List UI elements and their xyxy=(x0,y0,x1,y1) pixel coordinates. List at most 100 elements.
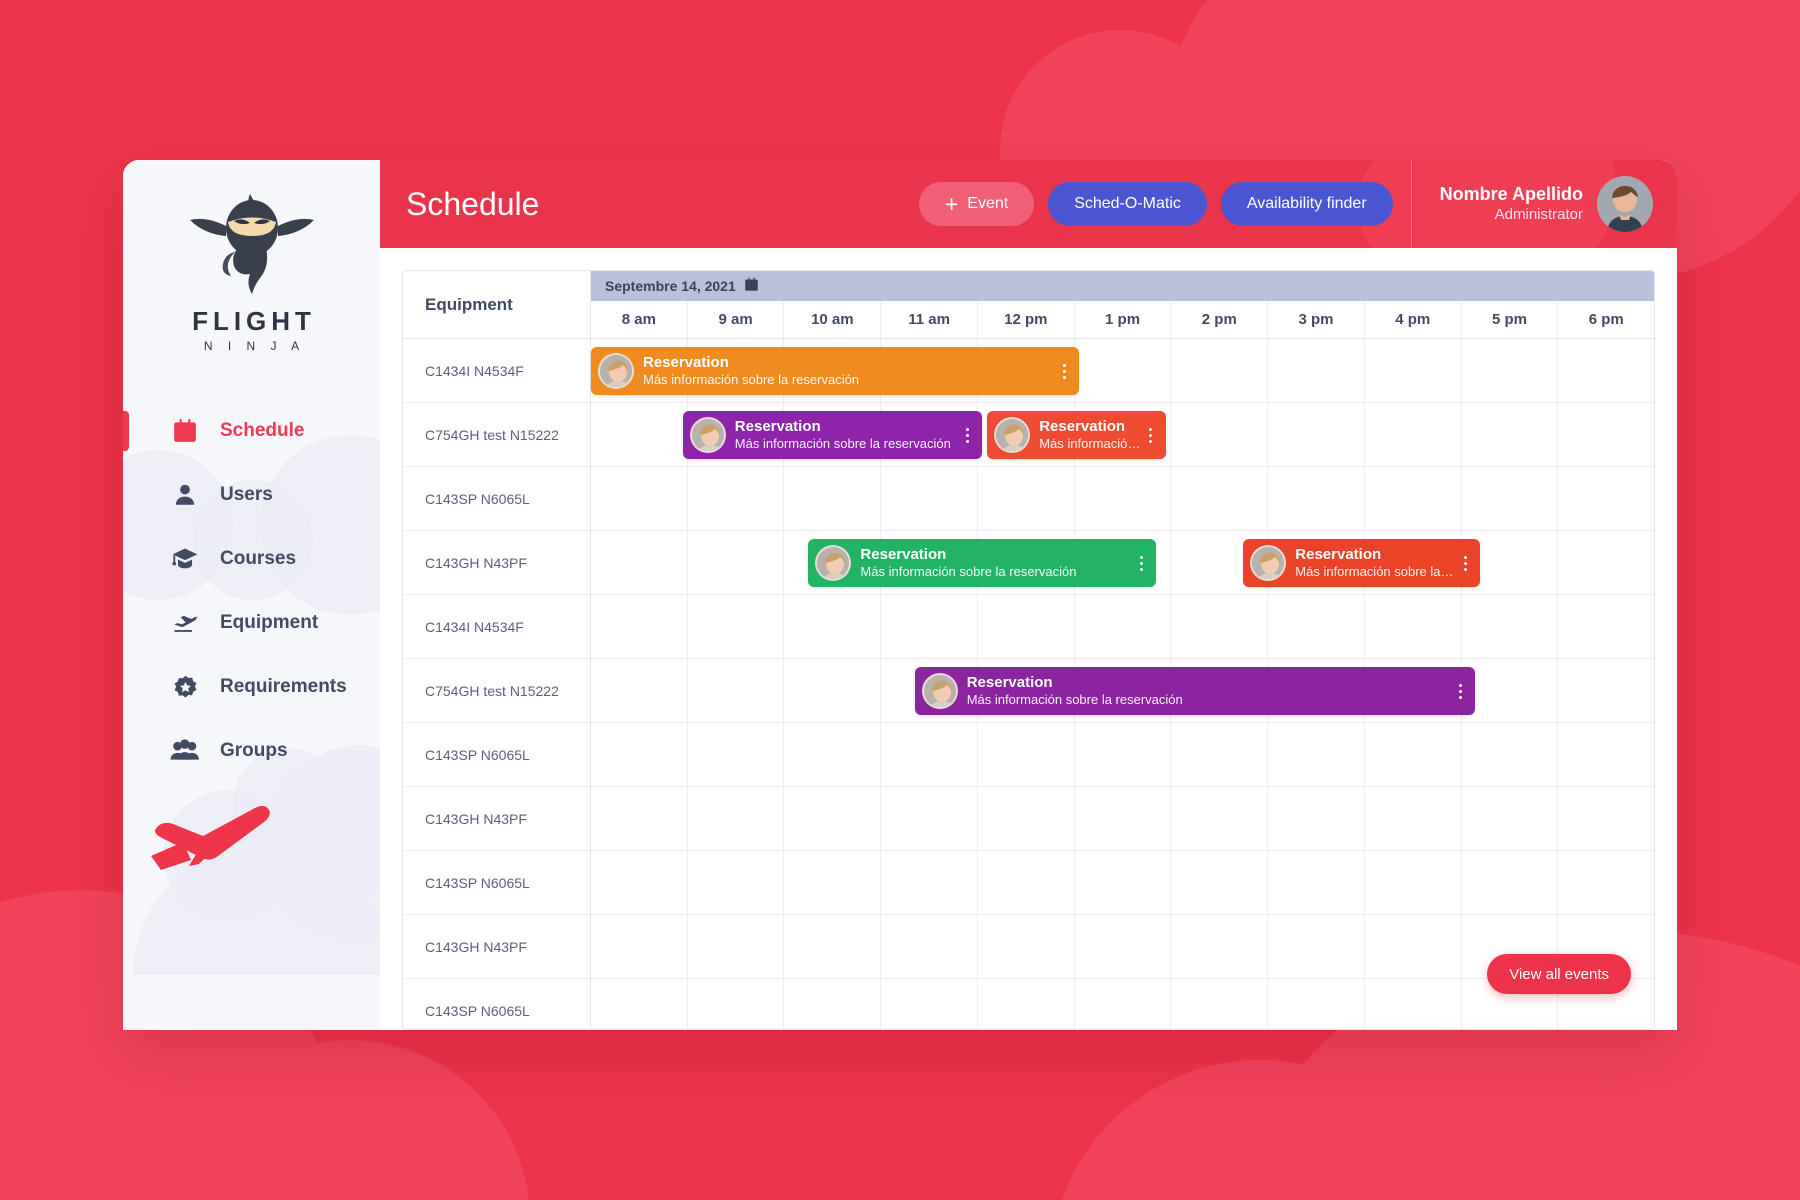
user-icon xyxy=(168,478,202,512)
airplane-icon xyxy=(168,606,202,640)
hour-column-header: 11 am xyxy=(881,301,978,338)
equipment-cell[interactable]: C143GH N43PF xyxy=(403,915,590,979)
sidebar-item-label: Schedule xyxy=(220,420,305,441)
event-subtitle: Más información sobre la reservación xyxy=(860,563,1077,579)
avatar xyxy=(1597,176,1653,232)
add-event-label: Event xyxy=(967,195,1009,212)
brand-subtitle: N I N J A xyxy=(203,339,306,353)
equipment-cell[interactable]: C1434I N4534F xyxy=(403,595,590,659)
app-window: FLIGHT N I N J A Schedule Users Courses … xyxy=(123,160,1677,1030)
event-more-options-icon[interactable] xyxy=(1055,356,1073,386)
availability-finder-button[interactable]: Availability finder xyxy=(1220,182,1393,226)
event-more-options-icon[interactable] xyxy=(1456,548,1474,578)
schedule-body: C1434I N4534F C754GH test N15222 C143SP N6… xyxy=(403,339,1654,1029)
hours-row: 8 am 9 am 10 am 11 am 12 pm 1 pm 2 pm 3 pm 4 pm 5… xyxy=(591,301,1654,339)
page-title: Schedule xyxy=(406,185,540,222)
date-label: Septembre 14, 2021 xyxy=(605,278,736,294)
event-texts: Reservation Más información sobre la rese… xyxy=(643,354,1055,388)
calendar-icon xyxy=(168,414,202,448)
hour-column-header: 9 am xyxy=(688,301,785,338)
equipment-cell[interactable]: C754GH test N15222 xyxy=(403,403,590,467)
top-header: Schedule + Event Sched-O-Matic Availabil… xyxy=(380,160,1677,248)
event-title: Reservation xyxy=(860,545,947,563)
event-more-options-icon[interactable] xyxy=(1451,676,1469,706)
events-layer: Reservation Más información sobre la rese… xyxy=(591,339,1654,1029)
sidebar-item-label: Users xyxy=(220,484,273,505)
hour-column-header: 8 am xyxy=(591,301,688,338)
calendar-event[interactable]: Reservation Más información sobre la rese… xyxy=(914,667,1476,715)
equipment-column-header: Equipment xyxy=(403,271,591,339)
calendar-event[interactable]: ReservationMás información sobre la res… xyxy=(1243,539,1481,587)
user-role: Administrator xyxy=(1494,205,1583,223)
event-avatar xyxy=(815,545,852,581)
event-avatar xyxy=(1250,545,1287,581)
hour-column-header: 10 am xyxy=(784,301,882,338)
equipment-cell[interactable]: C143SP N6065L xyxy=(403,467,590,531)
sidebar-item-requirements[interactable]: Requirements xyxy=(123,655,380,719)
time-header: Septembre 14, 2021 8 am 9 am 10 am 11 am 12 … xyxy=(591,271,1654,339)
schedule-table: Equipment Septembre 14, 2021 8 am 9 am 1… xyxy=(402,270,1655,1030)
add-event-button[interactable]: + Event xyxy=(918,182,1035,226)
equipment-cell[interactable]: C143GH N43PF xyxy=(403,531,590,595)
calendar-icon[interactable] xyxy=(744,277,759,295)
event-subtitle: Más información sobre la reservación xyxy=(643,371,860,387)
hour-column-header: 5 pm xyxy=(1462,301,1559,338)
date-bar[interactable]: Septembre 14, 2021 xyxy=(591,271,1654,301)
equipment-cell[interactable]: C143SP N6065L xyxy=(403,979,590,1029)
sidebar-item-groups[interactable]: Groups xyxy=(123,719,380,783)
header-actions: + Event Sched-O-Matic Availability finde… xyxy=(918,182,1411,226)
sidebar-item-label: Groups xyxy=(220,740,288,761)
calendar-event[interactable]: Reservation Más información sobre la rese… xyxy=(682,411,983,459)
hour-column-header: 1 pm xyxy=(1075,301,1172,338)
event-avatar xyxy=(598,353,634,389)
event-texts: Reservation Más información... xyxy=(1039,418,1142,452)
sidebar-item-users[interactable]: Users xyxy=(123,463,380,527)
event-title: Reservation xyxy=(966,673,1053,691)
graduation-cap-icon xyxy=(168,542,202,576)
event-subtitle: Más información... xyxy=(1039,435,1142,451)
event-title: Reservation xyxy=(734,417,821,435)
equipment-cell[interactable]: C143GH N43PF xyxy=(403,787,590,851)
event-subtitle: Más información sobre la reservación xyxy=(966,691,1183,707)
event-subtitle: Más información sobre la reservación xyxy=(734,435,951,451)
user-profile[interactable]: Nombre Apellido Administrator xyxy=(1410,160,1677,248)
sidebar-item-label: Equipment xyxy=(220,612,319,633)
event-title: Reservation xyxy=(1039,417,1126,435)
event-more-options-icon[interactable] xyxy=(1142,420,1160,450)
hour-column-header: 4 pm xyxy=(1365,301,1462,338)
calendar-event[interactable]: Reservation Más información sobre la rese… xyxy=(808,539,1157,587)
plus-icon: + xyxy=(944,190,959,217)
equipment-cell[interactable]: C754GH test N15222 xyxy=(403,659,590,723)
sched-o-matic-button[interactable]: Sched-O-Matic xyxy=(1048,182,1207,226)
calendar-event[interactable]: Reservation Más información sobre la rese… xyxy=(591,347,1079,395)
event-subtitle: Más información sobre la res… xyxy=(1295,563,1456,579)
equipment-cell[interactable]: C143SP N6065L xyxy=(403,851,590,915)
people-group-icon xyxy=(168,734,202,768)
view-all-events-button[interactable]: View all events xyxy=(1487,954,1631,994)
event-texts: ReservationMás información sobre la res… xyxy=(1295,546,1456,580)
event-avatar xyxy=(994,417,1031,453)
event-avatar xyxy=(921,673,958,709)
event-more-options-icon[interactable] xyxy=(958,420,976,450)
brand-name: FLIGHT xyxy=(192,306,316,336)
event-avatar xyxy=(689,417,726,453)
sidebar-item-schedule[interactable]: Schedule xyxy=(123,399,380,463)
ninja-logo-icon xyxy=(189,194,314,294)
badge-star-icon xyxy=(168,670,202,704)
event-title: Reservation xyxy=(1295,545,1382,563)
event-more-options-icon[interactable] xyxy=(1132,548,1150,578)
sidebar-item-equipment[interactable]: Equipment xyxy=(123,591,380,655)
hour-column-header: 2 pm xyxy=(1171,301,1269,338)
schedule-panel: Equipment Septembre 14, 2021 8 am 9 am 1… xyxy=(380,248,1677,1030)
equipment-cell[interactable]: C143SP N6065L xyxy=(403,723,590,787)
hour-column-header: 3 pm xyxy=(1268,301,1365,338)
main-content: Schedule + Event Sched-O-Matic Availabil… xyxy=(380,160,1677,1030)
user-name: Nombre Apellido xyxy=(1439,184,1583,205)
schedule-header: Equipment Septembre 14, 2021 8 am 9 am 1… xyxy=(403,271,1654,339)
sidebar: FLIGHT N I N J A Schedule Users Courses … xyxy=(123,160,380,1030)
sidebar-item-courses[interactable]: Courses xyxy=(123,527,380,591)
brand-logo[interactable]: FLIGHT N I N J A xyxy=(123,160,380,353)
calendar-event[interactable]: Reservation Más información... xyxy=(987,411,1166,459)
equipment-cell[interactable]: C1434I N4534F xyxy=(403,339,590,403)
event-texts: Reservation Más información sobre la rese… xyxy=(735,418,959,452)
